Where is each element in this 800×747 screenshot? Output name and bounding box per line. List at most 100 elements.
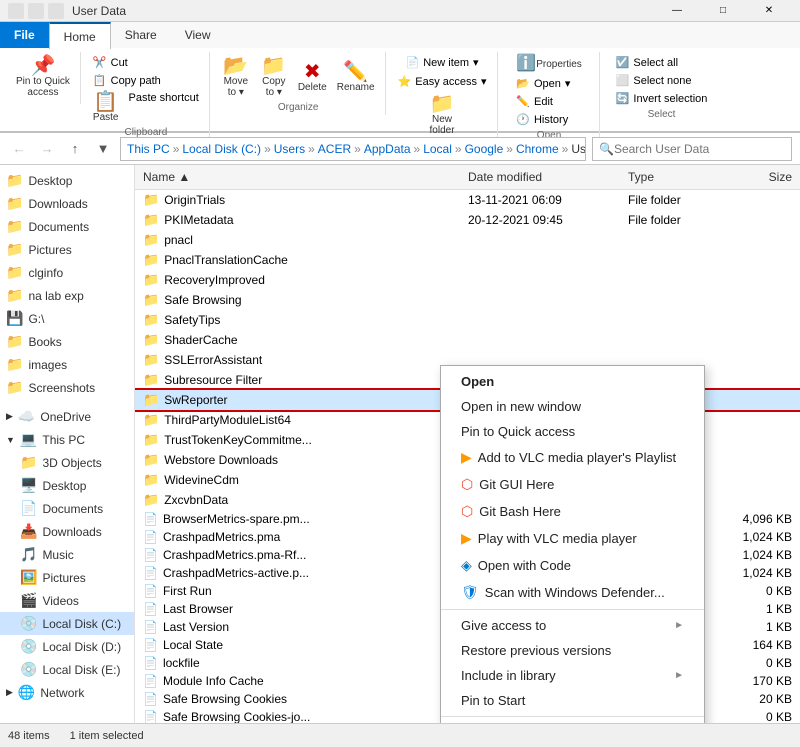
ctx-vscode[interactable]: ◈Open with Code	[441, 552, 704, 579]
pin-quick-access-btn[interactable]: 📌 Pin to Quickaccess	[12, 54, 74, 100]
col-date[interactable]: Date modified	[460, 168, 620, 186]
sidebar-item-music[interactable]: 🎵 Music	[0, 543, 134, 566]
tab-view[interactable]: View	[171, 22, 225, 48]
breadcrumb-this-pc[interactable]: This PC	[127, 142, 170, 156]
sidebar-item-this-pc[interactable]: ▼ 💻 This PC	[0, 428, 134, 451]
new-item-button[interactable]: 📄 New item ▾	[402, 54, 483, 71]
sidebar-item-documents2[interactable]: 📄 Documents	[0, 497, 134, 520]
forward-button[interactable]: →	[36, 138, 58, 160]
sidebar-item-images[interactable]: 📁 images	[0, 353, 134, 376]
ctx-include-library[interactable]: Include in library ►	[441, 663, 704, 688]
easy-access-button[interactable]: ⭐ Easy access ▾	[394, 73, 491, 90]
col-size[interactable]: Size	[720, 168, 800, 186]
file-icon: 📄	[143, 530, 158, 544]
cut-button[interactable]: ✂️ Cut	[89, 54, 132, 71]
folder-icon: 📁	[143, 232, 159, 248]
edit-button[interactable]: ✏️ Edit	[512, 93, 557, 110]
sidebar-item-desktop2[interactable]: 🖥️ Desktop	[0, 474, 134, 497]
invert-selection-button[interactable]: 🔄 Invert selection	[612, 90, 712, 107]
pin-to-quick-access-button[interactable]: 📌 Pin to Quickaccess	[12, 54, 74, 100]
properties-button[interactable]: ℹ️ Properties	[512, 54, 586, 74]
new-item-label: New item	[423, 57, 469, 69]
search-bar[interactable]: 🔍	[592, 137, 792, 161]
table-row[interactable]: 📁PnaclTranslationCache	[135, 250, 800, 270]
tab-file[interactable]: File	[0, 22, 49, 48]
desktop-folder-icon: 📁	[6, 172, 23, 189]
ctx-pin-quick-access[interactable]: Pin to Quick access	[441, 419, 704, 444]
move-to-button[interactable]: 📂 Moveto ▾	[218, 54, 254, 100]
table-row[interactable]: 📁RecoveryImproved	[135, 270, 800, 290]
copy-path-button[interactable]: 📋 Copy path	[89, 72, 165, 89]
file-type	[620, 259, 720, 261]
tab-home[interactable]: Home	[49, 22, 111, 49]
ctx-add-vlc-playlist[interactable]: ▶Add to VLC media player's Playlist	[441, 444, 704, 471]
close-button[interactable]: ✕	[746, 0, 792, 22]
sidebar-item-desktop[interactable]: 📁 Desktop	[0, 169, 134, 192]
ctx-vlc-play[interactable]: ▶Play with VLC media player	[441, 525, 704, 552]
sidebar-item-pictures[interactable]: 📁 Pictures	[0, 238, 134, 261]
sidebar-item-local-disk-e[interactable]: 💿 Local Disk (E:)	[0, 658, 134, 681]
select-none-button[interactable]: ⬜ Select none	[612, 72, 696, 89]
sidebar-item-network[interactable]: ▶ 🌐 Network	[0, 681, 134, 704]
breadcrumb-users[interactable]: Users	[274, 142, 305, 156]
breadcrumb-bar[interactable]: This PC » Local Disk (C:) » Users » ACER…	[120, 137, 586, 161]
breadcrumb-local-disk[interactable]: Local Disk (C:)	[182, 142, 261, 156]
copy-to-button[interactable]: 📁 Copyto ▾	[256, 54, 292, 100]
col-type[interactable]: Type	[620, 168, 720, 186]
sidebar-item-3d-objects[interactable]: 📁 3D Objects	[0, 451, 134, 474]
up-button[interactable]: ↑	[64, 138, 86, 160]
open-ribbon-button[interactable]: 📂 Open ▾	[512, 75, 574, 92]
new-folder-icon: 📁	[430, 94, 455, 114]
rename-button[interactable]: ✏️ Rename	[333, 60, 379, 95]
back-button[interactable]: ←	[8, 138, 30, 160]
sidebar-item-downloads[interactable]: 📁 Downloads	[0, 192, 134, 215]
table-row[interactable]: 📁PKIMetadata 20-12-2021 09:45 File folde…	[135, 210, 800, 230]
ctx-git-gui[interactable]: ⬡Git GUI Here	[441, 471, 704, 498]
sidebar-item-clginfo[interactable]: 📁 clginfo	[0, 261, 134, 284]
delete-button[interactable]: ✖ Delete	[294, 60, 331, 95]
rename-icon: ✏️	[343, 62, 368, 82]
sidebar-item-videos[interactable]: 🎬 Videos	[0, 589, 134, 612]
breadcrumb-appdata[interactable]: AppData	[364, 142, 411, 156]
sidebar-item-onedrive[interactable]: ▶ ☁️ OneDrive	[0, 405, 134, 428]
maximize-button[interactable]: □	[700, 0, 746, 22]
ctx-open-new-window[interactable]: Open in new window	[441, 394, 704, 419]
minimize-button[interactable]: ―	[654, 0, 700, 22]
table-row[interactable]: 📁ShaderCache	[135, 330, 800, 350]
ctx-add-archive[interactable]: 🗜Add to archive...	[441, 720, 704, 723]
sidebar-item-pictures2[interactable]: 🖼️ Pictures	[0, 566, 134, 589]
tab-share[interactable]: Share	[111, 22, 171, 48]
ctx-give-access[interactable]: Give access to ►	[441, 613, 704, 638]
breadcrumb-local[interactable]: Local	[423, 142, 452, 156]
table-row[interactable]: 📁OriginTrials 13-11-2021 06:09 File fold…	[135, 190, 800, 210]
recent-button[interactable]: ▼	[92, 138, 114, 160]
file-date	[460, 239, 620, 241]
ctx-git-bash[interactable]: ⬡Git Bash Here	[441, 498, 704, 525]
sidebar-item-books[interactable]: 📁 Books	[0, 330, 134, 353]
table-row[interactable]: 📁SafetyTips	[135, 310, 800, 330]
ctx-restore-versions[interactable]: Restore previous versions	[441, 638, 704, 663]
breadcrumb-acer[interactable]: ACER	[318, 142, 351, 156]
table-row[interactable]: 📁Safe Browsing	[135, 290, 800, 310]
breadcrumb-chrome[interactable]: Chrome	[516, 142, 559, 156]
table-row[interactable]: 📁pnacl	[135, 230, 800, 250]
paste-button[interactable]: 📋 Paste	[89, 90, 123, 125]
sidebar-item-screenshots[interactable]: 📁 Screenshots	[0, 376, 134, 399]
file-type	[620, 239, 720, 241]
sidebar-item-downloads2[interactable]: 📥 Downloads	[0, 520, 134, 543]
paste-shortcut-button[interactable]: Paste shortcut	[125, 90, 203, 106]
breadcrumb-google[interactable]: Google	[465, 142, 504, 156]
sidebar-item-g-drive[interactable]: 💾 G:\	[0, 307, 134, 330]
col-name[interactable]: Name ▲	[135, 168, 460, 186]
sidebar-item-local-disk-c[interactable]: 💿 Local Disk (C:)	[0, 612, 134, 635]
new-folder-button[interactable]: 📁 Newfolder	[424, 92, 460, 138]
select-all-button[interactable]: ☑️ Select all	[612, 54, 682, 71]
sidebar-item-nalabexp[interactable]: 📁 na lab exp	[0, 284, 134, 307]
sidebar-item-documents[interactable]: 📁 Documents	[0, 215, 134, 238]
ctx-pin-start[interactable]: Pin to Start	[441, 688, 704, 713]
search-input[interactable]	[614, 142, 785, 156]
ctx-open[interactable]: Open	[441, 369, 704, 394]
ctx-defender[interactable]: 🛡Scan with Windows Defender...	[441, 579, 704, 606]
history-button[interactable]: 🕐 History	[512, 111, 572, 128]
sidebar-item-local-disk-d[interactable]: 💿 Local Disk (D:)	[0, 635, 134, 658]
